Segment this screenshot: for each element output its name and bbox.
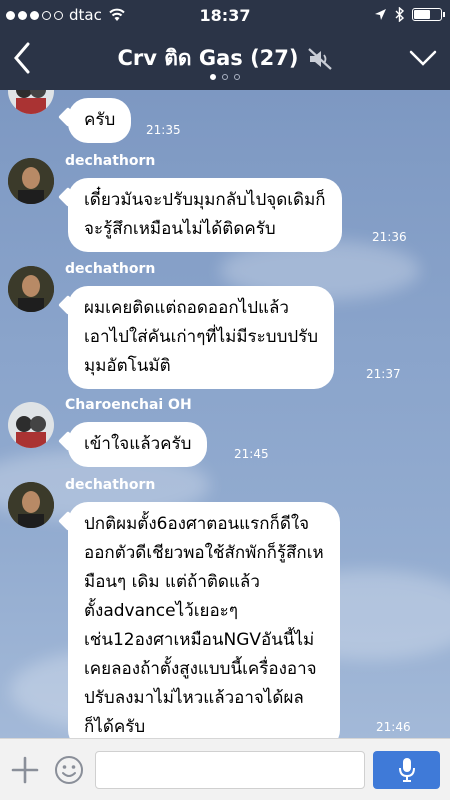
location-arrow-icon: [375, 9, 386, 20]
message-time: 21:45: [234, 447, 269, 461]
message-bubble[interactable]: เดี๋ยวมันจะปรับมุมกลับไปจุดเดิมก็ จะรู้ส…: [68, 178, 342, 252]
page-dot: [234, 74, 240, 80]
page-indicator: [0, 74, 450, 80]
plus-icon[interactable]: [10, 755, 40, 785]
message-time: 21:35: [146, 123, 181, 137]
chat-area[interactable]: ครับ 21:35 dechathorn เดี๋ยวมันจะปรับมุม…: [0, 90, 450, 738]
avatar[interactable]: [8, 482, 54, 528]
mute-icon: [307, 47, 332, 70]
message-bubble[interactable]: ครับ: [68, 98, 132, 143]
message-bubble[interactable]: ปกติผมตั้ง6องศาตอนแรกก็ดีใจ ออกตัวดีเชีย…: [68, 502, 340, 738]
battery-level: [414, 10, 431, 19]
back-button[interactable]: [8, 40, 38, 76]
sender-name: dechathorn: [65, 261, 156, 277]
page-dot: [222, 74, 228, 80]
emoji-icon[interactable]: [53, 754, 85, 786]
message-bubble[interactable]: เข้าใจแล้วครับ: [68, 422, 208, 467]
message-time: 21:37: [366, 367, 401, 381]
chat-header: Crv ติด Gas (27): [0, 30, 450, 90]
chat-title: Crv ติด Gas (27): [117, 46, 299, 70]
page-dot: [210, 74, 216, 80]
battery-icon: [412, 8, 445, 21]
message-input[interactable]: [95, 751, 365, 789]
avatar[interactable]: [8, 158, 54, 204]
avatar[interactable]: [8, 402, 54, 448]
voice-button[interactable]: [373, 751, 440, 789]
avatar[interactable]: [8, 90, 54, 114]
status-bar: dtac 18:37: [0, 0, 450, 30]
avatar[interactable]: [8, 266, 54, 312]
sender-name: dechathorn: [65, 477, 156, 493]
bluetooth-icon: [395, 7, 404, 22]
sender-name: dechathorn: [65, 153, 156, 169]
chevron-down-icon[interactable]: [408, 46, 438, 70]
message-bubble[interactable]: ผมเคยติดแต่ถอดออกไปแล้ว เอาไปใส่คันเก่าๆ…: [68, 286, 335, 389]
sender-name: Charoenchai OH: [65, 397, 192, 413]
input-bar: [0, 738, 450, 800]
microphone-icon: [398, 758, 415, 782]
message-time: 21:36: [372, 230, 407, 244]
message-time: 21:46: [376, 720, 411, 734]
